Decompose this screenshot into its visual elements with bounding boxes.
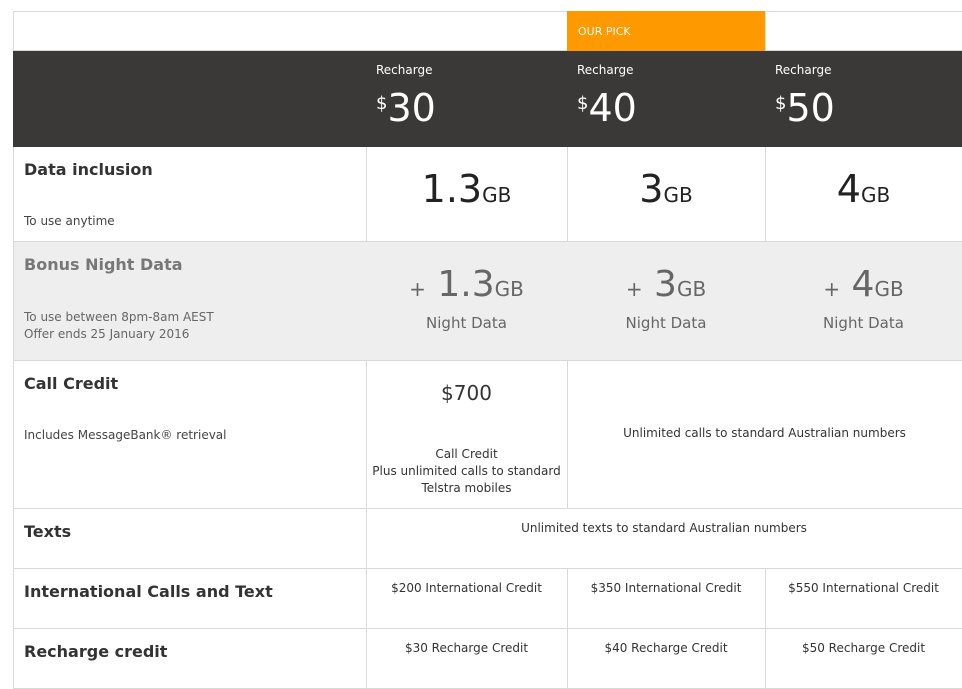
data-cell-plan3: 4GB (765, 147, 962, 242)
row-title: Recharge credit (24, 642, 168, 661)
header-empty-cell (13, 11, 367, 51)
texts-cell-all: Unlimited texts to standard Australian n… (366, 509, 962, 569)
row-title: Bonus Night Data (24, 255, 183, 274)
intl-cell-plan2: $350 International Credit (567, 569, 766, 629)
call-credit-line: Telstra mobiles (421, 481, 512, 495)
recharge-cell-plan1: $30 Recharge Credit (366, 629, 568, 689)
row-label-texts: Texts (13, 509, 367, 569)
call-credit-amount: $700 (441, 381, 492, 405)
row-title: Call Credit (24, 374, 119, 393)
row-label-international: International Calls and Text (13, 569, 367, 629)
intl-cell-plan1: $200 International Credit (366, 569, 568, 629)
data-cell-plan1: 1.3GB (366, 147, 568, 242)
row-title: International Calls and Text (24, 582, 273, 601)
night-cell-plan2: + 3GB Night Data (567, 242, 766, 361)
intl-credit-text: $350 International Credit (590, 581, 742, 595)
night-cell-plan3: + 4GB Night Data (765, 242, 962, 361)
row-title: Data inclusion (24, 160, 153, 179)
plan-header-50[interactable]: Recharge $50 (765, 51, 962, 147)
row-subtitle-line2: Offer ends 25 January 2016 (24, 327, 190, 341)
plan-header-30[interactable]: Recharge $30 (366, 51, 568, 147)
call-credit-line: Plus unlimited calls to standard (372, 464, 561, 478)
recharge-credit-text: $40 Recharge Credit (604, 641, 728, 655)
night-data-label: Night Data (426, 314, 507, 332)
call-cell-plan1: $700 Call Credit Plus unlimited calls to… (366, 361, 568, 509)
plan-price: $40 (577, 86, 637, 130)
intl-cell-plan3: $550 International Credit (765, 569, 962, 629)
recharge-label: Recharge (376, 63, 433, 77)
row-subtitle: Includes MessageBank® retrieval (24, 428, 227, 442)
unlimited-texts-text: Unlimited texts to standard Australian n… (521, 521, 807, 535)
data-cell-plan2: 3GB (567, 147, 766, 242)
row-label-data-inclusion: Data inclusion To use anytime (13, 147, 367, 242)
row-title: Texts (24, 522, 72, 541)
recharge-credit-text: $50 Recharge Credit (801, 641, 926, 655)
intl-credit-text: $200 International Credit (391, 581, 542, 595)
plan-price: $30 (376, 86, 436, 130)
row-label-call-credit: Call Credit Includes MessageBank® retrie… (13, 361, 367, 509)
header-empty-cell-plan3 (765, 11, 962, 51)
our-pick-badge: OUR PICK (567, 11, 766, 51)
row-label-bonus-night-data: Bonus Night Data To use between 8pm-8am … (13, 242, 367, 361)
night-data-label: Night Data (625, 314, 707, 332)
call-cell-plans23: Unlimited calls to standard Australian n… (567, 361, 962, 509)
plan-price: $50 (775, 86, 835, 130)
plan-header-label-cell (13, 51, 367, 147)
our-pick-label: OUR PICK (578, 25, 631, 38)
plan-header-40[interactable]: Recharge $40 (567, 51, 766, 147)
recharge-cell-plan2: $40 Recharge Credit (567, 629, 766, 689)
recharge-label: Recharge (577, 63, 634, 77)
call-credit-line: Call Credit (435, 447, 498, 461)
recharge-cell-plan3: $50 Recharge Credit (765, 629, 962, 689)
row-subtitle: To use anytime (24, 214, 115, 228)
night-data-label: Night Data (823, 314, 904, 332)
recharge-label: Recharge (775, 63, 832, 77)
row-subtitle-line1: To use between 8pm-8am AEST (24, 310, 214, 324)
header-empty-cell-plan1 (366, 11, 568, 51)
recharge-credit-text: $30 Recharge Credit (404, 641, 529, 655)
intl-credit-text: $550 International Credit (788, 581, 939, 595)
unlimited-calls-text: Unlimited calls to standard Australian n… (623, 426, 906, 440)
night-cell-plan1: + 1.3GB Night Data (366, 242, 568, 361)
row-label-recharge-credit: Recharge credit (13, 629, 367, 689)
